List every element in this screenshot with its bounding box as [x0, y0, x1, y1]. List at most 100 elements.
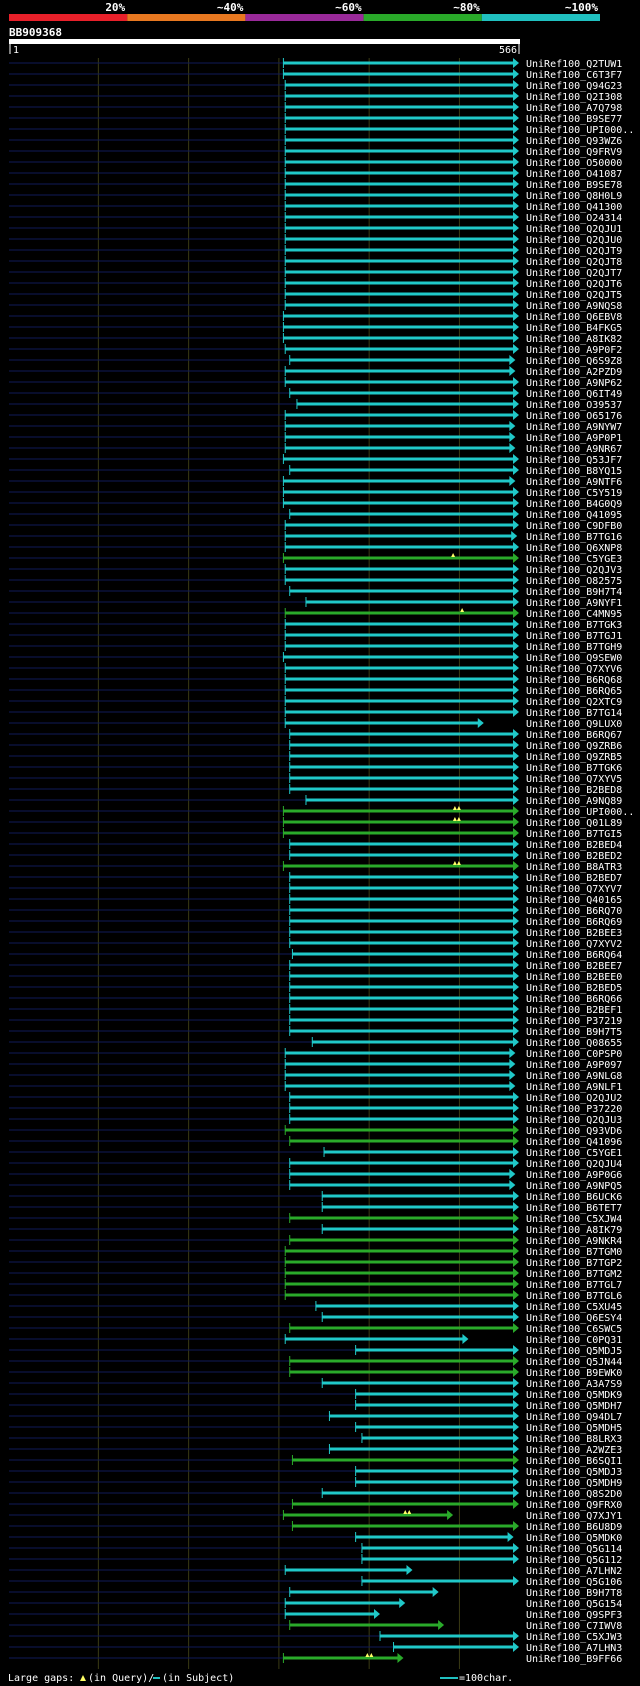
- hit-bar: [361, 1557, 514, 1561]
- hit-arrowhead: [513, 949, 519, 959]
- hit-label: UniRef100_B7TGP2: [526, 1258, 622, 1269]
- hit-arrowhead: [509, 432, 516, 442]
- hit-label: UniRef100_Q41095: [526, 510, 622, 521]
- hit-label: UniRef100_B6UCK6: [526, 1192, 622, 1203]
- hit-bar: [355, 1392, 514, 1396]
- query-gap-marker: [456, 806, 461, 810]
- hit-arrowhead: [406, 1565, 413, 1575]
- hit-arrowhead: [447, 1510, 454, 1520]
- hit-label: UniRef100_B6SQI1: [526, 1456, 622, 1467]
- hit-bar: [283, 457, 514, 461]
- hit-bar: [285, 666, 514, 670]
- hit-label: UniRef100_O50000: [526, 158, 622, 169]
- hit-label: UniRef100_Q2QJT9: [526, 246, 622, 257]
- hit-label: UniRef100_Q2QJT5: [526, 290, 622, 301]
- hit-label: UniRef100_B6RQ68: [526, 675, 622, 686]
- hit-label: UniRef100_Q5JN44: [526, 1357, 622, 1368]
- hit-arrowhead: [513, 1015, 519, 1025]
- hit-label: UniRef100_B7TGI5: [526, 829, 622, 840]
- hit-arrowhead: [513, 729, 519, 739]
- hit-bar: [283, 325, 514, 329]
- identity-segment: [363, 14, 482, 21]
- hit-label: UniRef100_C5XU45: [526, 1302, 622, 1313]
- hit-arrowhead: [513, 278, 519, 288]
- hit-arrowhead: [513, 938, 519, 948]
- hit-label: UniRef100_Q93VD6: [526, 1126, 622, 1137]
- hit-arrowhead: [513, 1268, 519, 1278]
- hit-label: UniRef100_B6RQ66: [526, 994, 622, 1005]
- query-gap-marker: [407, 1510, 412, 1514]
- hit-arrowhead: [513, 201, 519, 211]
- hit-arrowhead: [513, 630, 519, 640]
- scale-label: =100char.: [459, 1673, 513, 1684]
- hit-bar: [289, 1370, 514, 1374]
- hit-label: UniRef100_B2BED5: [526, 983, 622, 994]
- hit-label: UniRef100_A9NLF1: [526, 1082, 622, 1093]
- hit-arrowhead: [513, 586, 519, 596]
- hit-label: UniRef100_UPI000..: [526, 125, 634, 136]
- hit-bar: [289, 963, 514, 967]
- hit-bar: [289, 1007, 514, 1011]
- hit-arrowhead: [513, 80, 519, 90]
- hit-label: UniRef100_B8LRX3: [526, 1434, 622, 1445]
- hit-arrowhead: [513, 751, 519, 761]
- hit-bar: [285, 303, 514, 307]
- hit-bar: [285, 1293, 514, 1297]
- hit-arrowhead: [513, 784, 519, 794]
- hit-bar: [289, 875, 514, 879]
- hit-label: UniRef100_O24314: [526, 213, 622, 224]
- hit-bar: [289, 1183, 511, 1187]
- hit-bar: [289, 1139, 514, 1143]
- hit-label: UniRef100_B4G0Q9: [526, 499, 622, 510]
- hit-label: UniRef100_Q9ZRB5: [526, 752, 622, 763]
- hit-arrowhead: [513, 1312, 519, 1322]
- hit-bar: [355, 1535, 509, 1539]
- hit-label: UniRef100_B2BED4: [526, 840, 622, 851]
- hit-label: UniRef100_P37219: [526, 1016, 622, 1027]
- hit-bar: [285, 270, 514, 274]
- hit-arrowhead: [513, 1488, 519, 1498]
- hit-label: UniRef100_Q2QJU1: [526, 224, 622, 235]
- hit-arrowhead: [509, 1169, 516, 1179]
- query-gap-marker: [452, 806, 457, 810]
- hit-arrowhead: [513, 608, 519, 618]
- hit-arrowhead: [513, 861, 519, 871]
- hit-arrowhead: [513, 1158, 519, 1168]
- hit-label: UniRef100_B2BED8: [526, 785, 622, 796]
- hit-bar: [329, 1414, 514, 1418]
- query-gap-label: (in Query)/: [88, 1673, 154, 1684]
- hit-label: UniRef100_A8IK79: [526, 1225, 622, 1236]
- hit-bar: [289, 468, 514, 472]
- hit-bar: [322, 1194, 514, 1198]
- hit-label: UniRef100_B7TG16: [526, 532, 622, 543]
- hit-bar: [289, 743, 514, 747]
- hit-bar: [283, 831, 514, 835]
- hit-label: UniRef100_Q40165: [526, 895, 622, 906]
- query-start-label: 1: [13, 45, 19, 56]
- hit-label: UniRef100_Q5MDK9: [526, 1390, 622, 1401]
- hit-arrowhead: [397, 1653, 404, 1663]
- hit-arrowhead: [513, 465, 519, 475]
- hit-arrowhead: [509, 1070, 516, 1080]
- hit-arrowhead: [513, 1477, 519, 1487]
- hit-arrowhead: [513, 740, 519, 750]
- hit-label: UniRef100_A9P097: [526, 1060, 622, 1071]
- hit-label: UniRef100_Q6EBV8: [526, 312, 622, 323]
- hit-bar: [289, 1326, 514, 1330]
- hit-label: UniRef100_Q9LUX0: [526, 719, 622, 730]
- hit-label: UniRef100_B9SE77: [526, 114, 622, 125]
- hit-arrowhead: [513, 1136, 519, 1146]
- hit-bar: [324, 1150, 514, 1154]
- hit-bar: [329, 1447, 514, 1451]
- hit-arrowhead: [513, 960, 519, 970]
- hit-bar: [289, 754, 514, 758]
- hit-label: UniRef100_B7TGM0: [526, 1247, 622, 1258]
- hit-label: UniRef100_A9NYW7: [526, 422, 622, 433]
- hit-bar: [283, 61, 514, 65]
- hit-bar: [289, 787, 514, 791]
- hit-arrowhead: [509, 476, 516, 486]
- hit-bar: [285, 644, 514, 648]
- hit-label: UniRef100_B2BEE3: [526, 928, 622, 939]
- legend-footer: Large gaps: (in Query)/ (in Subject) =10…: [8, 1673, 513, 1684]
- hit-bar: [292, 1458, 514, 1462]
